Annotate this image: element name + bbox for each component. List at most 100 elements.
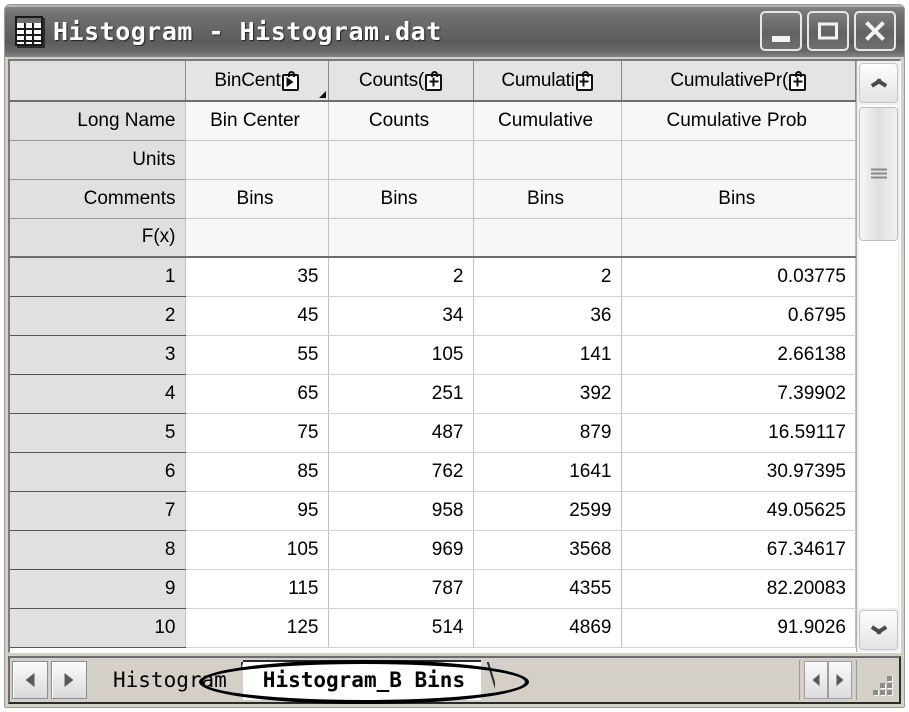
row-index-label[interactable]: 10 [10,608,186,648]
data-cell[interactable]: 4869 [473,608,622,648]
data-cell[interactable]: 0.03775 [621,257,856,297]
sheet-tab-label: Histogram [113,668,227,692]
row-index-label[interactable]: 8 [10,530,186,570]
data-cell[interactable]: 105 [185,530,329,570]
scroll-down-button[interactable] [859,610,898,650]
column-header-3[interactable]: Cumulati [473,61,622,102]
meta-cell[interactable]: Bins [185,179,329,219]
data-cell[interactable]: 514 [328,608,474,648]
table-row: 7 95 958 2599 49.05625 [10,491,856,531]
data-cell[interactable]: 36 [473,296,622,336]
vertical-scroll-thumb[interactable] [859,107,898,241]
row-index-label[interactable]: 6 [10,452,186,492]
row-header-label[interactable]: F(x) [10,218,186,258]
close-button[interactable] [854,11,896,51]
data-cell[interactable]: 45 [185,296,329,336]
row-index-label[interactable]: 5 [10,413,186,453]
data-cell[interactable]: 85 [185,452,329,492]
row-index-label[interactable]: 4 [10,374,186,414]
column-header-4[interactable]: CumulativePr( [621,61,856,102]
vertical-scrollbar[interactable] [856,61,900,652]
lock-plus-icon[interactable] [575,70,593,91]
meta-cell[interactable] [185,218,329,258]
grid-corner-cell[interactable] [10,61,186,102]
data-cell[interactable]: 2 [328,257,474,297]
row-index-label[interactable]: 3 [10,335,186,375]
meta-cell[interactable] [328,140,474,180]
meta-cell[interactable]: Counts [328,101,474,141]
scroll-up-button[interactable] [859,63,898,103]
data-cell[interactable]: 7.39902 [621,374,856,414]
row-header-label[interactable]: Long Name [10,101,186,141]
meta-cell[interactable] [621,140,856,180]
data-cell[interactable]: 879 [473,413,622,453]
row-header-label[interactable]: Comments [10,179,186,219]
meta-cell[interactable] [473,218,622,258]
data-cell[interactable]: 0.6795 [621,296,856,336]
data-cell[interactable]: 30.97395 [621,452,856,492]
data-cell[interactable]: 4355 [473,569,622,609]
data-cell[interactable]: 141 [473,335,622,375]
meta-cell[interactable]: Bins [328,179,474,219]
row-header-label[interactable]: Units [10,140,186,180]
worksheet-grid[interactable]: BinCent Counts(Cumulati CumulativePr( Long … [10,61,856,652]
row-index-label[interactable]: 2 [10,296,186,336]
sheet-tab-1[interactable]: Histogram [93,660,243,700]
data-cell[interactable]: 49.05625 [621,491,856,531]
data-cell[interactable]: 91.9026 [621,608,856,648]
meta-cell[interactable]: Cumulative [473,101,622,141]
data-cell[interactable]: 969 [328,530,474,570]
data-cell[interactable]: 115 [185,569,329,609]
data-cell[interactable]: 55 [185,335,329,375]
data-cell[interactable]: 487 [328,413,474,453]
data-cell[interactable]: 3568 [473,530,622,570]
data-cell[interactable]: 75 [185,413,329,453]
data-cell[interactable]: 34 [328,296,474,336]
data-cell[interactable]: 787 [328,569,474,609]
data-cell[interactable]: 125 [185,608,329,648]
data-cell[interactable]: 35 [185,257,329,297]
data-cell[interactable]: 82.20083 [621,569,856,609]
data-cell[interactable]: 762 [328,452,474,492]
lock-plus-icon[interactable] [789,70,807,91]
tab-next-button[interactable] [51,661,87,699]
lock-plus-icon[interactable] [425,70,443,91]
data-cell[interactable]: 2.66138 [621,335,856,375]
horizontal-scrollbar[interactable] [799,660,852,700]
meta-cell[interactable]: Cumulative Prob [621,101,856,141]
meta-cell[interactable] [185,140,329,180]
lock-play-icon[interactable] [281,70,299,91]
column-header-1[interactable]: BinCent [185,61,329,102]
row-index-label[interactable]: 1 [10,257,186,297]
data-cell[interactable]: 105 [328,335,474,375]
row-index-label[interactable]: 9 [10,569,186,609]
data-cell[interactable]: 251 [328,374,474,414]
maximize-button[interactable] [807,11,849,51]
meta-cell[interactable] [473,140,622,180]
data-cell[interactable]: 958 [328,491,474,531]
meta-cell[interactable] [328,218,474,258]
meta-cell[interactable]: Bins [621,179,856,219]
minimize-button[interactable] [760,11,802,51]
sheet-tab-2[interactable]: Histogram_B Bins [242,660,482,700]
data-cell[interactable]: 392 [473,374,622,414]
data-cell[interactable]: 65 [185,374,329,414]
meta-cell[interactable] [621,218,856,258]
data-cell[interactable]: 2599 [473,491,622,531]
hscroll-right-button[interactable] [828,661,852,699]
data-cell[interactable]: 1641 [473,452,622,492]
window-controls [760,11,896,51]
data-cell[interactable]: 95 [185,491,329,531]
tab-prev-button[interactable] [12,661,48,699]
column-header-2[interactable]: Counts( [328,61,474,102]
meta-cell[interactable]: Bin Center [185,101,329,141]
meta-cell[interactable]: Bins [473,179,622,219]
hscroll-left-button[interactable] [804,661,828,699]
row-index-label[interactable]: 7 [10,491,186,531]
data-cell[interactable]: 2 [473,257,622,297]
data-cell[interactable]: 16.59117 [621,413,856,453]
resize-grip[interactable] [856,660,897,700]
data-cell[interactable]: 67.34617 [621,530,856,570]
title-bar[interactable]: Histogram - Histogram.dat [5,5,904,57]
vertical-scroll-track[interactable] [859,105,898,608]
